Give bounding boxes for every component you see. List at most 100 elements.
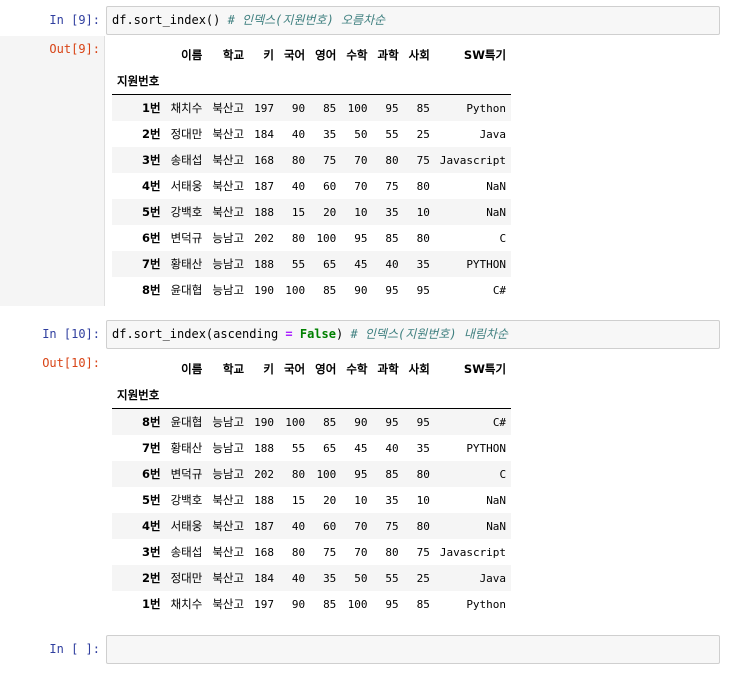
table-row: 7번 황태산 능남고 188 55 65 45 40 35 PYTHON bbox=[112, 251, 512, 277]
input-prompt: In [9]: bbox=[49, 13, 100, 27]
dataframe-table: 이름 학교 키 국어 영어 수학 과학 사회 SW특기 지원번호 8번 윤대협 능남고 190 100 8… bbox=[112, 356, 512, 617]
table-cell: 90 bbox=[291, 101, 306, 115]
table-row: 5번 강백호 북산고 188 15 20 10 35 10 NaN bbox=[112, 487, 511, 513]
output-prompt: Out[10]: bbox=[42, 356, 100, 370]
code-cell[interactable]: df.sort_index() # 인덱스(지원번호) 오름차순 bbox=[106, 6, 720, 35]
table-cell: 10 bbox=[354, 205, 368, 219]
table-cell: 40 bbox=[291, 127, 306, 141]
table-cell: 80 bbox=[291, 153, 306, 167]
table-cell: 서태웅 bbox=[170, 179, 203, 193]
table-cell: 40 bbox=[385, 257, 399, 271]
table-cell: 황태산 bbox=[170, 441, 203, 455]
table-cell: NaN bbox=[486, 205, 507, 219]
dataframe-table: 이름 학교 키 국어 영어 수학 과학 사회 SW특기 지원번호 1번 채치수 북산고 197 90 85… bbox=[112, 42, 512, 303]
table-cell: 능남고 bbox=[212, 441, 245, 455]
column-header: 수학 bbox=[346, 362, 368, 376]
table-cell: 60 bbox=[323, 519, 337, 533]
table-cell: 50 bbox=[354, 127, 368, 141]
table-row: 1번 채치수 북산고 197 90 85 100 95 85 Python bbox=[112, 591, 511, 617]
table-cell: 75 bbox=[323, 153, 337, 167]
table-cell: 40 bbox=[385, 441, 399, 455]
table-cell: 190 bbox=[254, 415, 274, 429]
table-cell: 10 bbox=[354, 493, 368, 507]
index-name-row: 지원번호 bbox=[112, 382, 512, 409]
table-cell: 95 bbox=[385, 597, 399, 611]
table-row: 7번 황태산 능남고 188 55 65 45 40 35 PYTHON bbox=[112, 435, 511, 461]
table-cell: 강백호 bbox=[170, 493, 203, 507]
table-cell: 65 bbox=[323, 441, 337, 455]
table-cell: 55 bbox=[385, 571, 399, 585]
code-text: df.sort_index(ascending bbox=[112, 327, 286, 341]
index-row-blank bbox=[372, 68, 404, 95]
table-cell: 북산고 bbox=[212, 493, 245, 507]
table-cell: 55 bbox=[385, 127, 399, 141]
table-cell: NaN bbox=[486, 519, 507, 533]
table-cell: 100 bbox=[347, 597, 368, 611]
table-cell: 75 bbox=[416, 545, 430, 559]
table-cell: 80 bbox=[291, 545, 306, 559]
table-cell: 20 bbox=[323, 205, 337, 219]
table-cell: 능남고 bbox=[212, 257, 245, 271]
table-cell: PYTHON bbox=[466, 257, 507, 271]
empty-code-cell[interactable] bbox=[106, 635, 720, 664]
table-cell: 송태섭 bbox=[170, 545, 203, 559]
table-cell: 북산고 bbox=[212, 519, 245, 533]
index-row-blank bbox=[434, 68, 512, 95]
index-row-blank bbox=[278, 382, 311, 409]
index-row-blank bbox=[310, 68, 342, 95]
row-index: 3번 bbox=[142, 153, 161, 167]
row-index: 6번 bbox=[142, 467, 161, 481]
index-row-blank bbox=[341, 68, 373, 95]
index-name: 지원번호 bbox=[112, 68, 166, 95]
table-cell: NaN bbox=[486, 179, 507, 193]
table-cell: 채치수 bbox=[170, 597, 203, 611]
table-cell: 35 bbox=[323, 571, 337, 585]
table-cell: C bbox=[499, 467, 507, 481]
output-prompt: Out[9]: bbox=[49, 42, 100, 56]
table-row: 4번 서태웅 북산고 187 40 60 70 75 80 NaN bbox=[112, 513, 512, 539]
table-cell: 70 bbox=[354, 519, 368, 533]
table-cell: 능남고 bbox=[212, 467, 245, 481]
index-row-blank bbox=[372, 382, 404, 409]
table-cell: 40 bbox=[291, 519, 306, 533]
table-cell: 188 bbox=[254, 257, 274, 271]
table-cell: 187 bbox=[254, 519, 274, 533]
table-cell: 황태산 bbox=[170, 257, 203, 271]
table-row: 8번 윤대협 능남고 190 100 85 90 95 95 C# bbox=[112, 277, 511, 303]
table-cell: 85 bbox=[323, 415, 337, 429]
table-cell: 70 bbox=[354, 545, 368, 559]
table-cell: 85 bbox=[416, 597, 430, 611]
table-cell: 변덕규 bbox=[170, 467, 203, 481]
table-cell: 188 bbox=[254, 441, 274, 455]
table-cell: Javascript bbox=[439, 153, 507, 167]
table-cell: 95 bbox=[416, 283, 430, 297]
table-cell: 202 bbox=[254, 231, 274, 245]
table-cell: 95 bbox=[354, 467, 368, 481]
code-cell[interactable]: df.sort_index(ascending = False) # 인덱스(지… bbox=[106, 320, 720, 349]
table-row: 6번 변덕규 능남고 202 80 100 95 85 80 C bbox=[112, 461, 512, 487]
table-cell: Python bbox=[466, 597, 507, 611]
table-cell: 55 bbox=[291, 441, 306, 455]
table-cell: 변덕규 bbox=[170, 231, 203, 245]
index-row-blank bbox=[403, 68, 435, 95]
table-cell: 북산고 bbox=[212, 153, 245, 167]
table-cell: 85 bbox=[416, 101, 430, 115]
column-header: 학교 bbox=[222, 362, 245, 376]
table-cell: 서태웅 bbox=[170, 519, 203, 533]
table-cell: 100 bbox=[285, 283, 306, 297]
table-cell: 75 bbox=[323, 545, 337, 559]
index-header-blank bbox=[112, 42, 166, 68]
code-operator: = bbox=[285, 327, 293, 341]
column-header: 영어 bbox=[315, 362, 337, 376]
table-cell: 북산고 bbox=[212, 545, 245, 559]
row-index: 8번 bbox=[142, 283, 161, 297]
table-row: 8번 윤대협 능남고 190 100 85 90 95 95 C# bbox=[112, 408, 512, 435]
table-cell: 15 bbox=[291, 205, 306, 219]
row-index: 5번 bbox=[142, 205, 161, 219]
code-keyword: False bbox=[292, 327, 336, 341]
output-collapse-area[interactable] bbox=[0, 36, 105, 306]
column-header: 사회 bbox=[408, 362, 430, 376]
table-cell: 95 bbox=[416, 415, 430, 429]
column-header: 영어 bbox=[315, 48, 337, 62]
table-cell: 85 bbox=[385, 231, 399, 245]
